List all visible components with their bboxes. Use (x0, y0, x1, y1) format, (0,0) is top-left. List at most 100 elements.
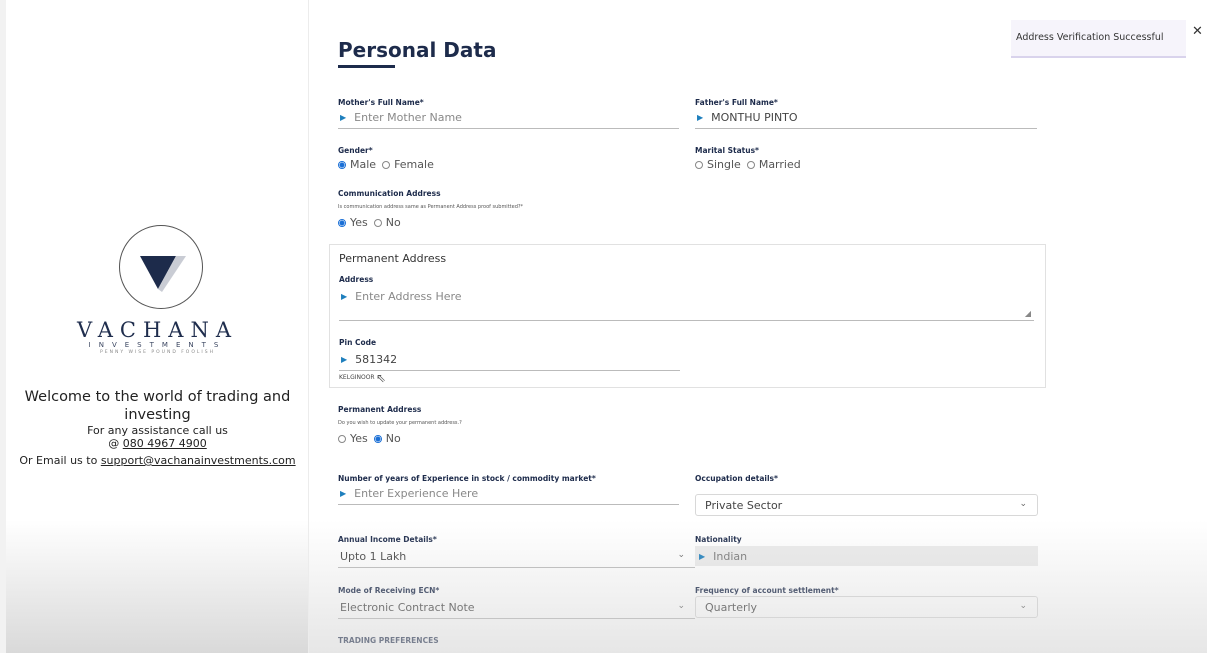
occupation-select[interactable]: Private Sector ⌄ (695, 494, 1038, 516)
marital-single-option[interactable]: Single (695, 158, 741, 171)
marital-status-label: Marital Status* (695, 146, 759, 155)
experience-input[interactable]: ▶ Enter Experience Here (338, 483, 679, 505)
occupation-value: Private Sector (705, 498, 783, 512)
mouse-pointer-icon: ⇖ (376, 371, 387, 385)
brand-tagline: PENNY WISE POUND FOOLISH (100, 350, 215, 355)
chevron-down-icon: ⌄ (1019, 499, 1027, 509)
radio-icon (382, 160, 391, 169)
marital-radio-group: Single Married (695, 158, 807, 171)
marital-single-label: Single (707, 158, 741, 171)
permanent-address-update-label: Permanent Address (338, 405, 422, 414)
caret-right-icon: ▶ (340, 489, 347, 498)
mother-name-input[interactable]: ▶ Enter Mother Name (338, 107, 679, 129)
communication-address-question: Is communication address same as Permane… (338, 204, 524, 210)
experience-label: Number of years of Experience in stock /… (338, 474, 596, 483)
pin-code-input[interactable]: ▶ 581342 (339, 349, 680, 371)
title-underline (338, 65, 395, 68)
email-prefix: Or Email us to (19, 454, 98, 467)
gender-radio-group: Male Female (338, 158, 440, 171)
occupation-label: Occupation details* (695, 474, 778, 483)
settlement-frequency-select[interactable]: Quarterly ⌄ (695, 596, 1038, 618)
perm-update-no-label: No (385, 432, 401, 445)
annual-income-label: Annual Income Details* (338, 535, 437, 544)
annual-income-value: Upto 1 Lakh (340, 550, 407, 563)
perm-update-radio-group: Yes No (338, 432, 407, 445)
address-textarea[interactable]: ▶ Enter Address Here ◢ (339, 285, 1034, 321)
caret-right-icon: ▶ (341, 355, 348, 364)
father-name-input[interactable]: ▶ MONTHU PINTO (695, 107, 1037, 129)
resize-grip-icon[interactable]: ◢ (1025, 309, 1031, 318)
page-title: Personal Data (338, 38, 497, 62)
marital-married-option[interactable]: Married (746, 158, 801, 171)
sidebar: VACHANA INVESTMENTS PENNY WISE POUND FOO… (6, 0, 309, 653)
gender-label: Gender* (338, 146, 373, 155)
perm-update-yes-option[interactable]: Yes (338, 432, 368, 445)
phone-line: @ 080 4967 4900 (6, 437, 309, 450)
toast-message: Address Verification Successful (1016, 32, 1164, 43)
permanent-address-update-question: Do you wish to update your permanent add… (338, 420, 462, 426)
email-link[interactable]: support@vachanainvestments.com (101, 454, 296, 467)
permanent-address-title: Permanent Address (339, 252, 447, 265)
welcome-line-2: investing (124, 407, 191, 423)
comm-address-radio-group: Yes No (338, 216, 407, 229)
ecn-mode-value: Electronic Contract Note (340, 601, 475, 614)
gender-male-label: Male (350, 158, 377, 171)
radio-icon (338, 434, 346, 443)
welcome-message: Welcome to the world of trading and inve… (6, 388, 309, 424)
email-info: Or Email us to support@vachanainvestment… (6, 454, 309, 467)
radio-selected-icon (373, 434, 382, 443)
caret-right-icon: ▶ (340, 113, 347, 122)
close-icon[interactable]: ✕ (1192, 24, 1203, 39)
radio-icon (746, 160, 755, 169)
logo-triangle-icon (140, 256, 186, 292)
phone-prefix: @ (108, 437, 120, 450)
assistance-info: For any assistance call us @ 080 4967 49… (6, 424, 309, 450)
father-name-label: Father's Full Name* (695, 98, 778, 107)
brand-name: VACHANA (77, 318, 238, 342)
mother-name-label: Mother's Full Name* (338, 98, 424, 107)
annual-income-select[interactable]: Upto 1 Lakh ⌄ (338, 546, 695, 568)
nationality-value: Indian (713, 549, 748, 563)
mother-name-placeholder: Enter Mother Name (354, 111, 462, 124)
welcome-line-1: Welcome to the world of trading and (24, 389, 291, 405)
perm-update-yes-label: Yes (350, 432, 368, 445)
gender-female-option[interactable]: Female (382, 158, 434, 171)
pin-code-label: Pin Code (339, 338, 377, 347)
chevron-down-icon: ⌄ (1019, 601, 1027, 611)
radio-icon (695, 160, 703, 169)
experience-placeholder: Enter Experience Here (354, 487, 479, 500)
pin-code-value: 581342 (355, 353, 398, 366)
gender-male-option[interactable]: Male (338, 158, 376, 171)
caret-right-icon: ▶ (341, 291, 348, 301)
perm-update-no-option[interactable]: No (373, 432, 401, 445)
settlement-frequency-value: Quarterly (705, 600, 758, 614)
comm-yes-option[interactable]: Yes (338, 216, 368, 229)
communication-address-label: Communication Address (338, 189, 441, 198)
caret-right-icon: ▶ (697, 113, 704, 122)
nationality-label: Nationality (695, 535, 742, 544)
phone-link[interactable]: 080 4967 4900 (123, 437, 207, 450)
ecn-mode-label: Mode of Receiving ECN* (338, 586, 440, 595)
radio-icon (373, 218, 382, 227)
ecn-mode-select[interactable]: Electronic Contract Note ⌄ (338, 597, 695, 619)
assist-text: For any assistance call us (87, 424, 228, 437)
trading-preferences-heading: TRADING PREFERENCES (338, 636, 439, 645)
gender-female-label: Female (394, 158, 434, 171)
chevron-down-icon: ⌄ (677, 601, 685, 611)
address-label: Address (339, 275, 374, 284)
caret-right-icon: ▶ (699, 551, 706, 561)
main-content: Personal Data Mother's Full Name* ▶ Ente… (309, 0, 1207, 653)
radio-selected-icon (338, 218, 346, 227)
comm-no-option[interactable]: No (373, 216, 401, 229)
toast-notification: Address Verification Successful (1011, 20, 1186, 58)
nationality-field: ▶ Indian (695, 546, 1038, 566)
marital-married-label: Married (758, 158, 801, 171)
brand-subtitle: INVESTMENTS (88, 341, 227, 349)
radio-selected-icon (338, 160, 346, 169)
address-placeholder: Enter Address Here (355, 289, 462, 303)
pin-town-suggestion[interactable]: KELGINOOR (339, 374, 375, 381)
comm-yes-label: Yes (350, 216, 368, 229)
chevron-down-icon: ⌄ (677, 550, 685, 560)
settlement-frequency-label: Frequency of account settlement* (695, 586, 839, 595)
logo (119, 225, 203, 309)
